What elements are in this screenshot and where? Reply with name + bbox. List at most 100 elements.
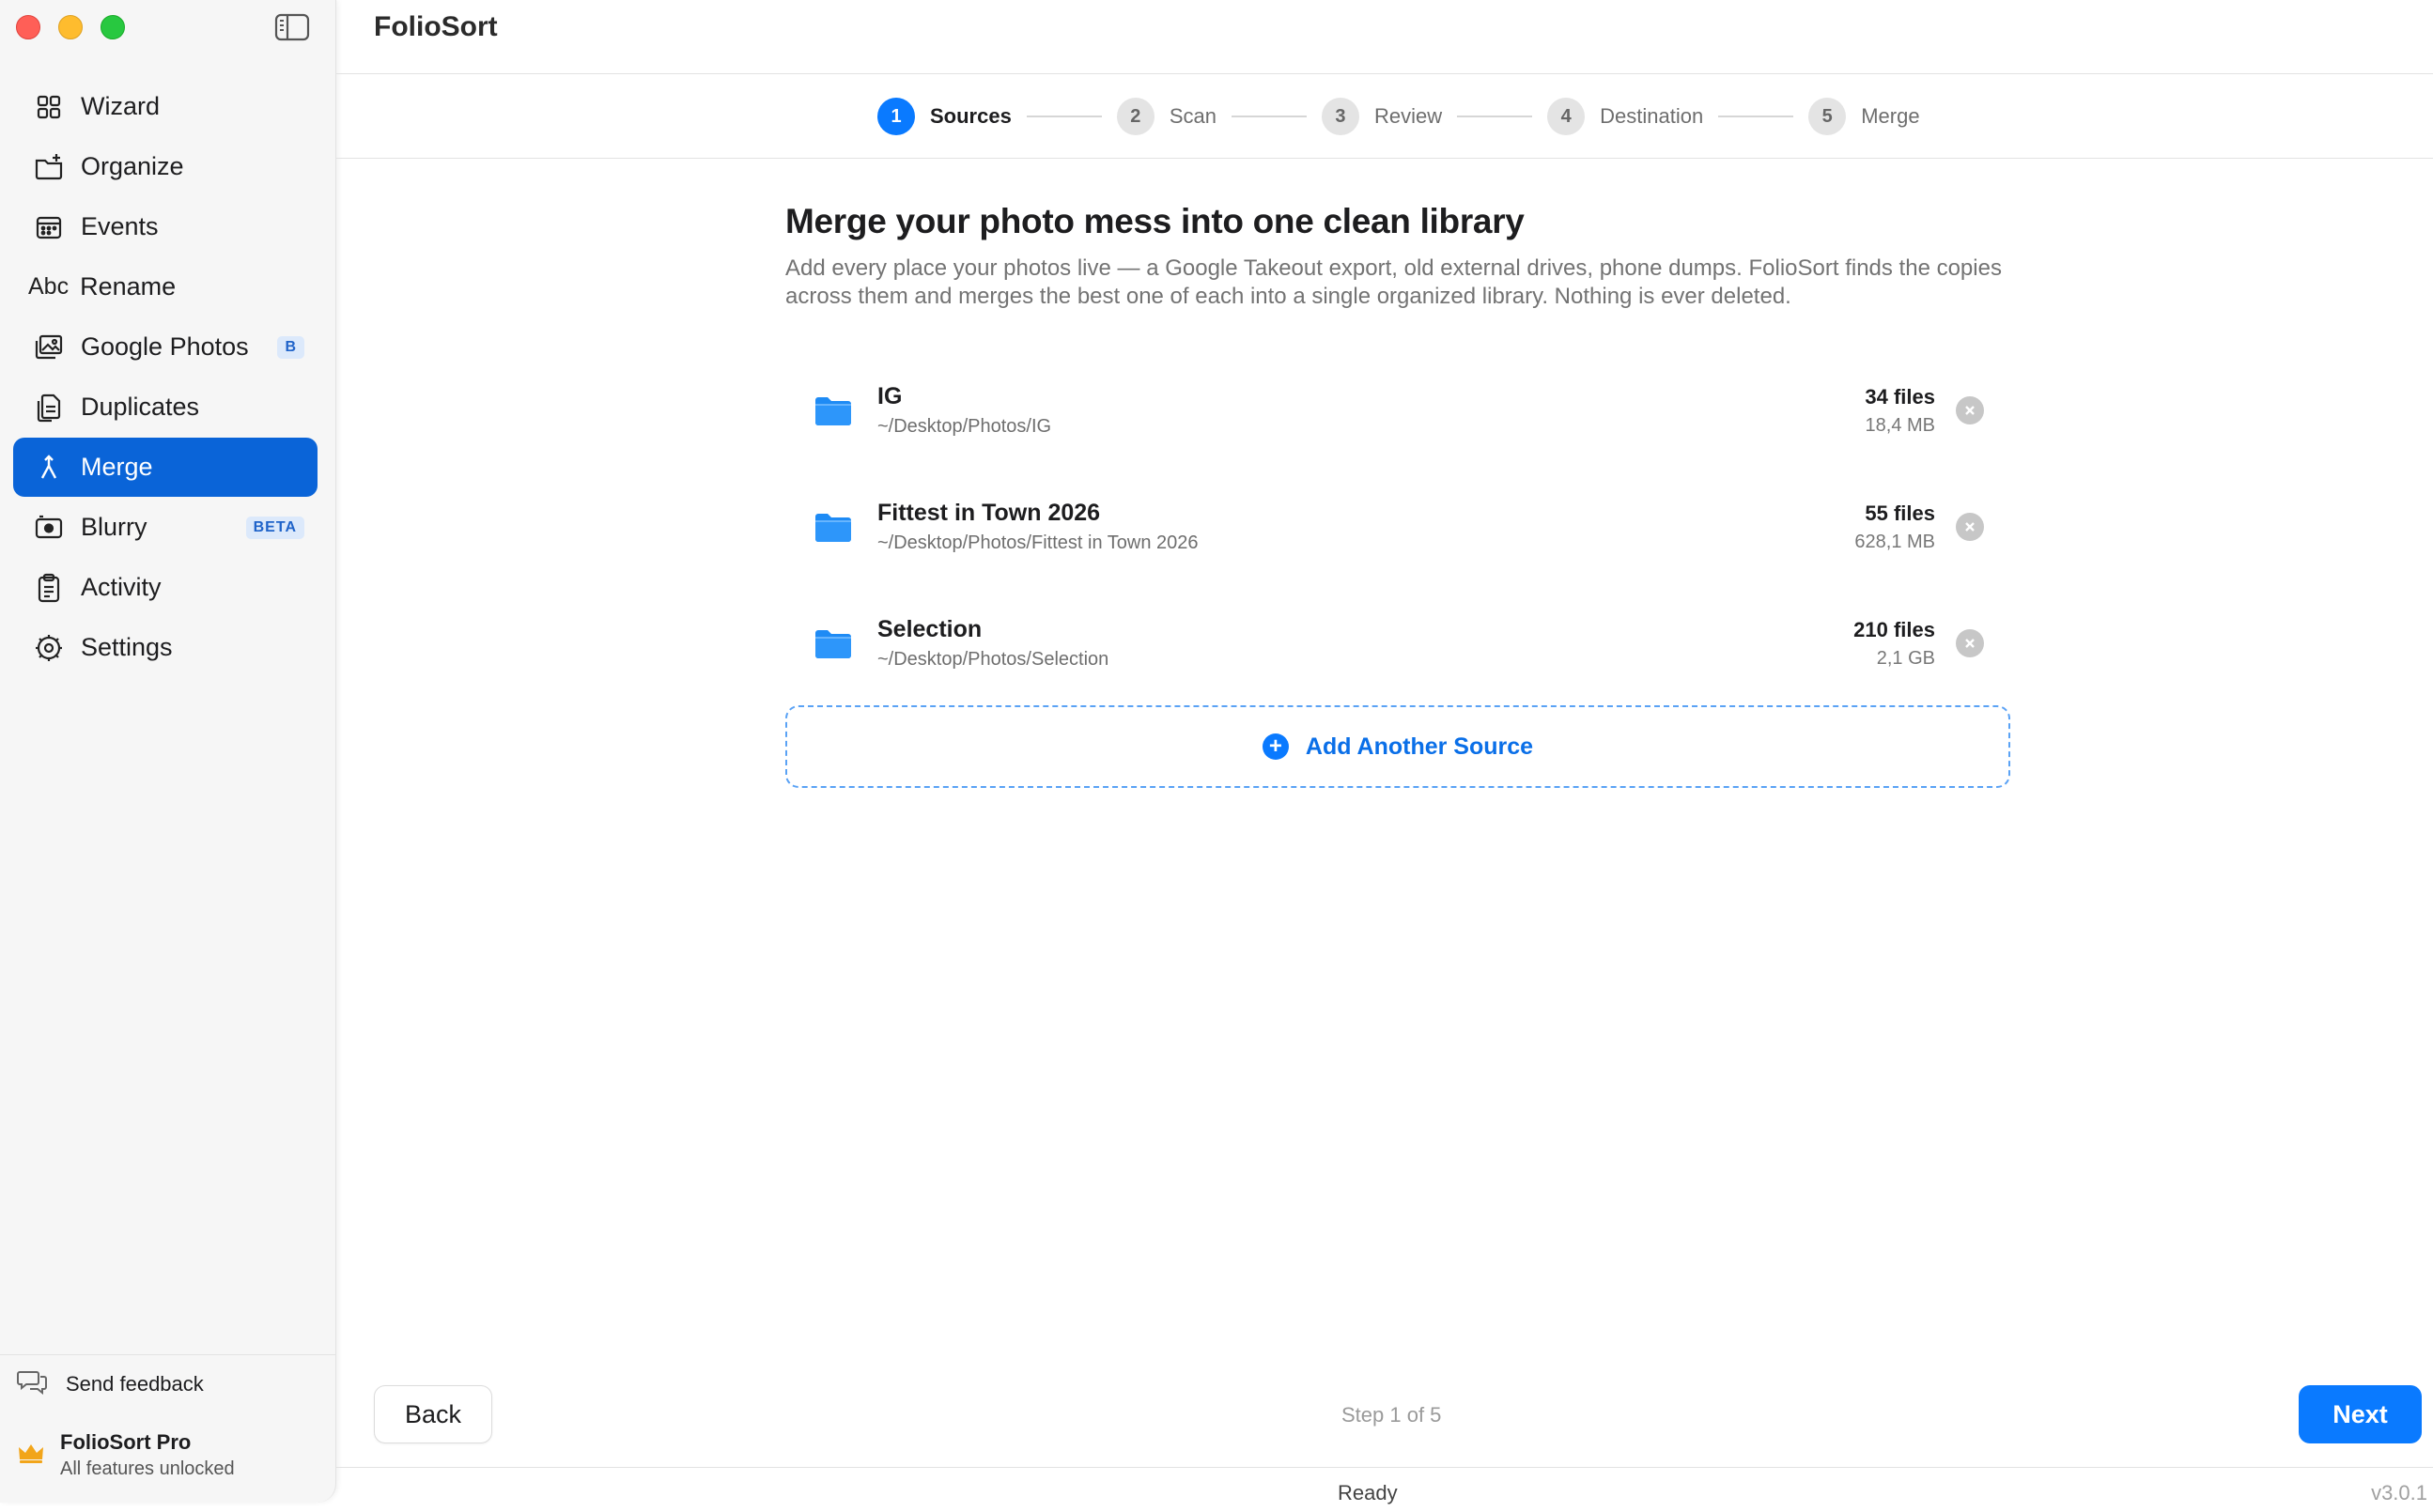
- page-title: Merge your photo mess into one clean lib…: [785, 202, 1525, 240]
- file-count: 55 files: [1865, 501, 1935, 525]
- source-meta: 210 files 2,1 GB: [1853, 618, 1935, 670]
- folder-icon: [815, 397, 851, 425]
- source-row[interactable]: Selection ~/Desktop/Photos/Selection 210…: [785, 585, 2010, 702]
- status-badge: B: [277, 335, 304, 359]
- sidebar-item-blurry[interactable]: Blurry BETA: [13, 498, 318, 557]
- step-label: Sources: [930, 104, 1012, 128]
- version-label: v3.0.1: [2371, 1481, 2427, 1504]
- next-button[interactable]: Next: [2299, 1385, 2422, 1443]
- sidebar-item-events[interactable]: Events: [13, 197, 318, 256]
- step-connector: [1718, 116, 1794, 117]
- step-connector: [1231, 116, 1307, 117]
- add-source-button[interactable]: + Add Another Source: [785, 705, 2010, 788]
- gear-icon: [32, 631, 66, 665]
- camera-icon: [32, 511, 66, 545]
- add-source-label: Add Another Source: [1305, 733, 1534, 760]
- source-meta: 55 files 628,1 MB: [1854, 501, 1935, 553]
- remove-source-icon[interactable]: [1956, 396, 1984, 424]
- file-count: 210 files: [1853, 617, 1935, 641]
- titlebar-divider: [336, 73, 2433, 74]
- sidebar-item-activity[interactable]: Activity: [13, 558, 318, 617]
- source-list: IG ~/Desktop/Photos/IG 34 files 18,4 MB …: [785, 352, 2010, 702]
- sidebar-item-rename[interactable]: Abc Rename: [13, 257, 318, 316]
- step-label: Review: [1373, 104, 1443, 128]
- step-review[interactable]: 3 Review: [1321, 98, 1443, 135]
- app-title: FolioSort: [374, 11, 498, 42]
- sidebar-item-label: Events: [81, 212, 159, 240]
- step-number: 5: [1808, 98, 1847, 135]
- file-size: 2,1 GB: [1876, 647, 1935, 669]
- clipboard-icon: [32, 571, 66, 605]
- grid-icon: [32, 90, 66, 124]
- sidebar-item-label: Blurry: [81, 513, 147, 541]
- sidebar-item-label: Rename: [80, 272, 177, 301]
- sidebar-footer-divider: [0, 1354, 336, 1355]
- step-connector: [1026, 116, 1102, 117]
- step-scan[interactable]: 2 Scan: [1116, 98, 1216, 135]
- step-label: Scan: [1169, 104, 1216, 128]
- step-number: 1: [877, 98, 915, 135]
- merge-icon: [32, 451, 66, 485]
- photos-icon: [32, 331, 66, 364]
- sidebar-item-label: Settings: [81, 633, 173, 661]
- remove-source-icon[interactable]: [1956, 629, 1984, 657]
- folder-icon: [815, 630, 851, 658]
- remove-source-icon[interactable]: [1956, 513, 1984, 541]
- pro-subtitle: All features unlocked: [60, 1458, 235, 1479]
- pro-status: FolioSort Pro All features unlocked: [17, 1430, 235, 1480]
- step-label: Merge: [1861, 104, 1920, 128]
- step-number: 3: [1321, 98, 1359, 135]
- source-path: ~/Desktop/Photos/Fittest in Town 2026: [877, 532, 1199, 553]
- window-controls: [16, 15, 125, 39]
- zoom-window-button[interactable]: [101, 15, 125, 39]
- main-content: Merge your photo mess into one clean lib…: [785, 202, 2010, 788]
- sidebar-item-label: Wizard: [81, 92, 161, 120]
- wizard-stepper: 1 Sources 2 Scan 3 Review 4 Destination …: [877, 98, 1920, 135]
- send-feedback-label: Send feedback: [66, 1372, 204, 1396]
- source-row[interactable]: IG ~/Desktop/Photos/IG 34 files 18,4 MB: [785, 352, 2010, 469]
- source-meta: 34 files 18,4 MB: [1865, 385, 1935, 437]
- sidebar-toggle-icon[interactable]: [273, 12, 311, 42]
- calendar-icon: [32, 210, 66, 244]
- beta-badge: BETA: [245, 516, 304, 539]
- sidebar-item-label: Organize: [81, 152, 184, 180]
- sidebar-nav: Wizard Organize Events Abc Rename Google…: [13, 77, 318, 678]
- stepper-divider: [336, 158, 2433, 159]
- step-destination[interactable]: 4 Destination: [1547, 98, 1703, 135]
- sidebar-item-wizard[interactable]: Wizard: [13, 77, 318, 136]
- duplicate-icon: [32, 391, 66, 424]
- step-merge[interactable]: 5 Merge: [1808, 98, 1920, 135]
- sidebar-item-google-photos[interactable]: Google Photos B: [13, 317, 318, 377]
- file-size: 18,4 MB: [1865, 414, 1935, 436]
- step-number: 2: [1116, 98, 1155, 135]
- sidebar-item-organize[interactable]: Organize: [13, 137, 318, 196]
- statusbar-divider: [336, 1467, 2433, 1468]
- close-window-button[interactable]: [16, 15, 40, 39]
- minimize-window-button[interactable]: [58, 15, 83, 39]
- sidebar-item-label: Duplicates: [81, 393, 200, 421]
- sidebar-item-label: Merge: [81, 453, 153, 481]
- sidebar-item-settings[interactable]: Settings: [13, 618, 318, 677]
- chat-bubbles-icon: [17, 1368, 49, 1400]
- sidebar-item-label: Google Photos: [81, 332, 249, 361]
- file-size: 628,1 MB: [1854, 531, 1935, 552]
- folder-icon: [815, 514, 851, 542]
- step-number: 4: [1547, 98, 1586, 135]
- sidebar-item-label: Activity: [81, 573, 162, 601]
- send-feedback-button[interactable]: Send feedback: [17, 1368, 204, 1400]
- source-name: Selection: [877, 616, 983, 642]
- source-path: ~/Desktop/Photos/Selection: [877, 649, 1109, 670]
- file-count: 34 files: [1865, 384, 1935, 409]
- step-label: Destination: [1600, 104, 1704, 128]
- abc-icon: Abc: [28, 273, 70, 300]
- source-name: IG: [877, 383, 903, 409]
- pro-title: FolioSort Pro: [60, 1430, 192, 1454]
- step-connector: [1457, 116, 1533, 117]
- back-button[interactable]: Back: [374, 1385, 492, 1443]
- status-text: Ready: [1338, 1481, 1398, 1504]
- sidebar-item-duplicates[interactable]: Duplicates: [13, 378, 318, 437]
- source-row[interactable]: Fittest in Town 2026 ~/Desktop/Photos/Fi…: [785, 469, 2010, 585]
- step-indicator: Step 1 of 5: [1341, 1403, 1442, 1427]
- sidebar-item-merge[interactable]: Merge: [13, 438, 318, 497]
- step-sources[interactable]: 1 Sources: [877, 98, 1012, 135]
